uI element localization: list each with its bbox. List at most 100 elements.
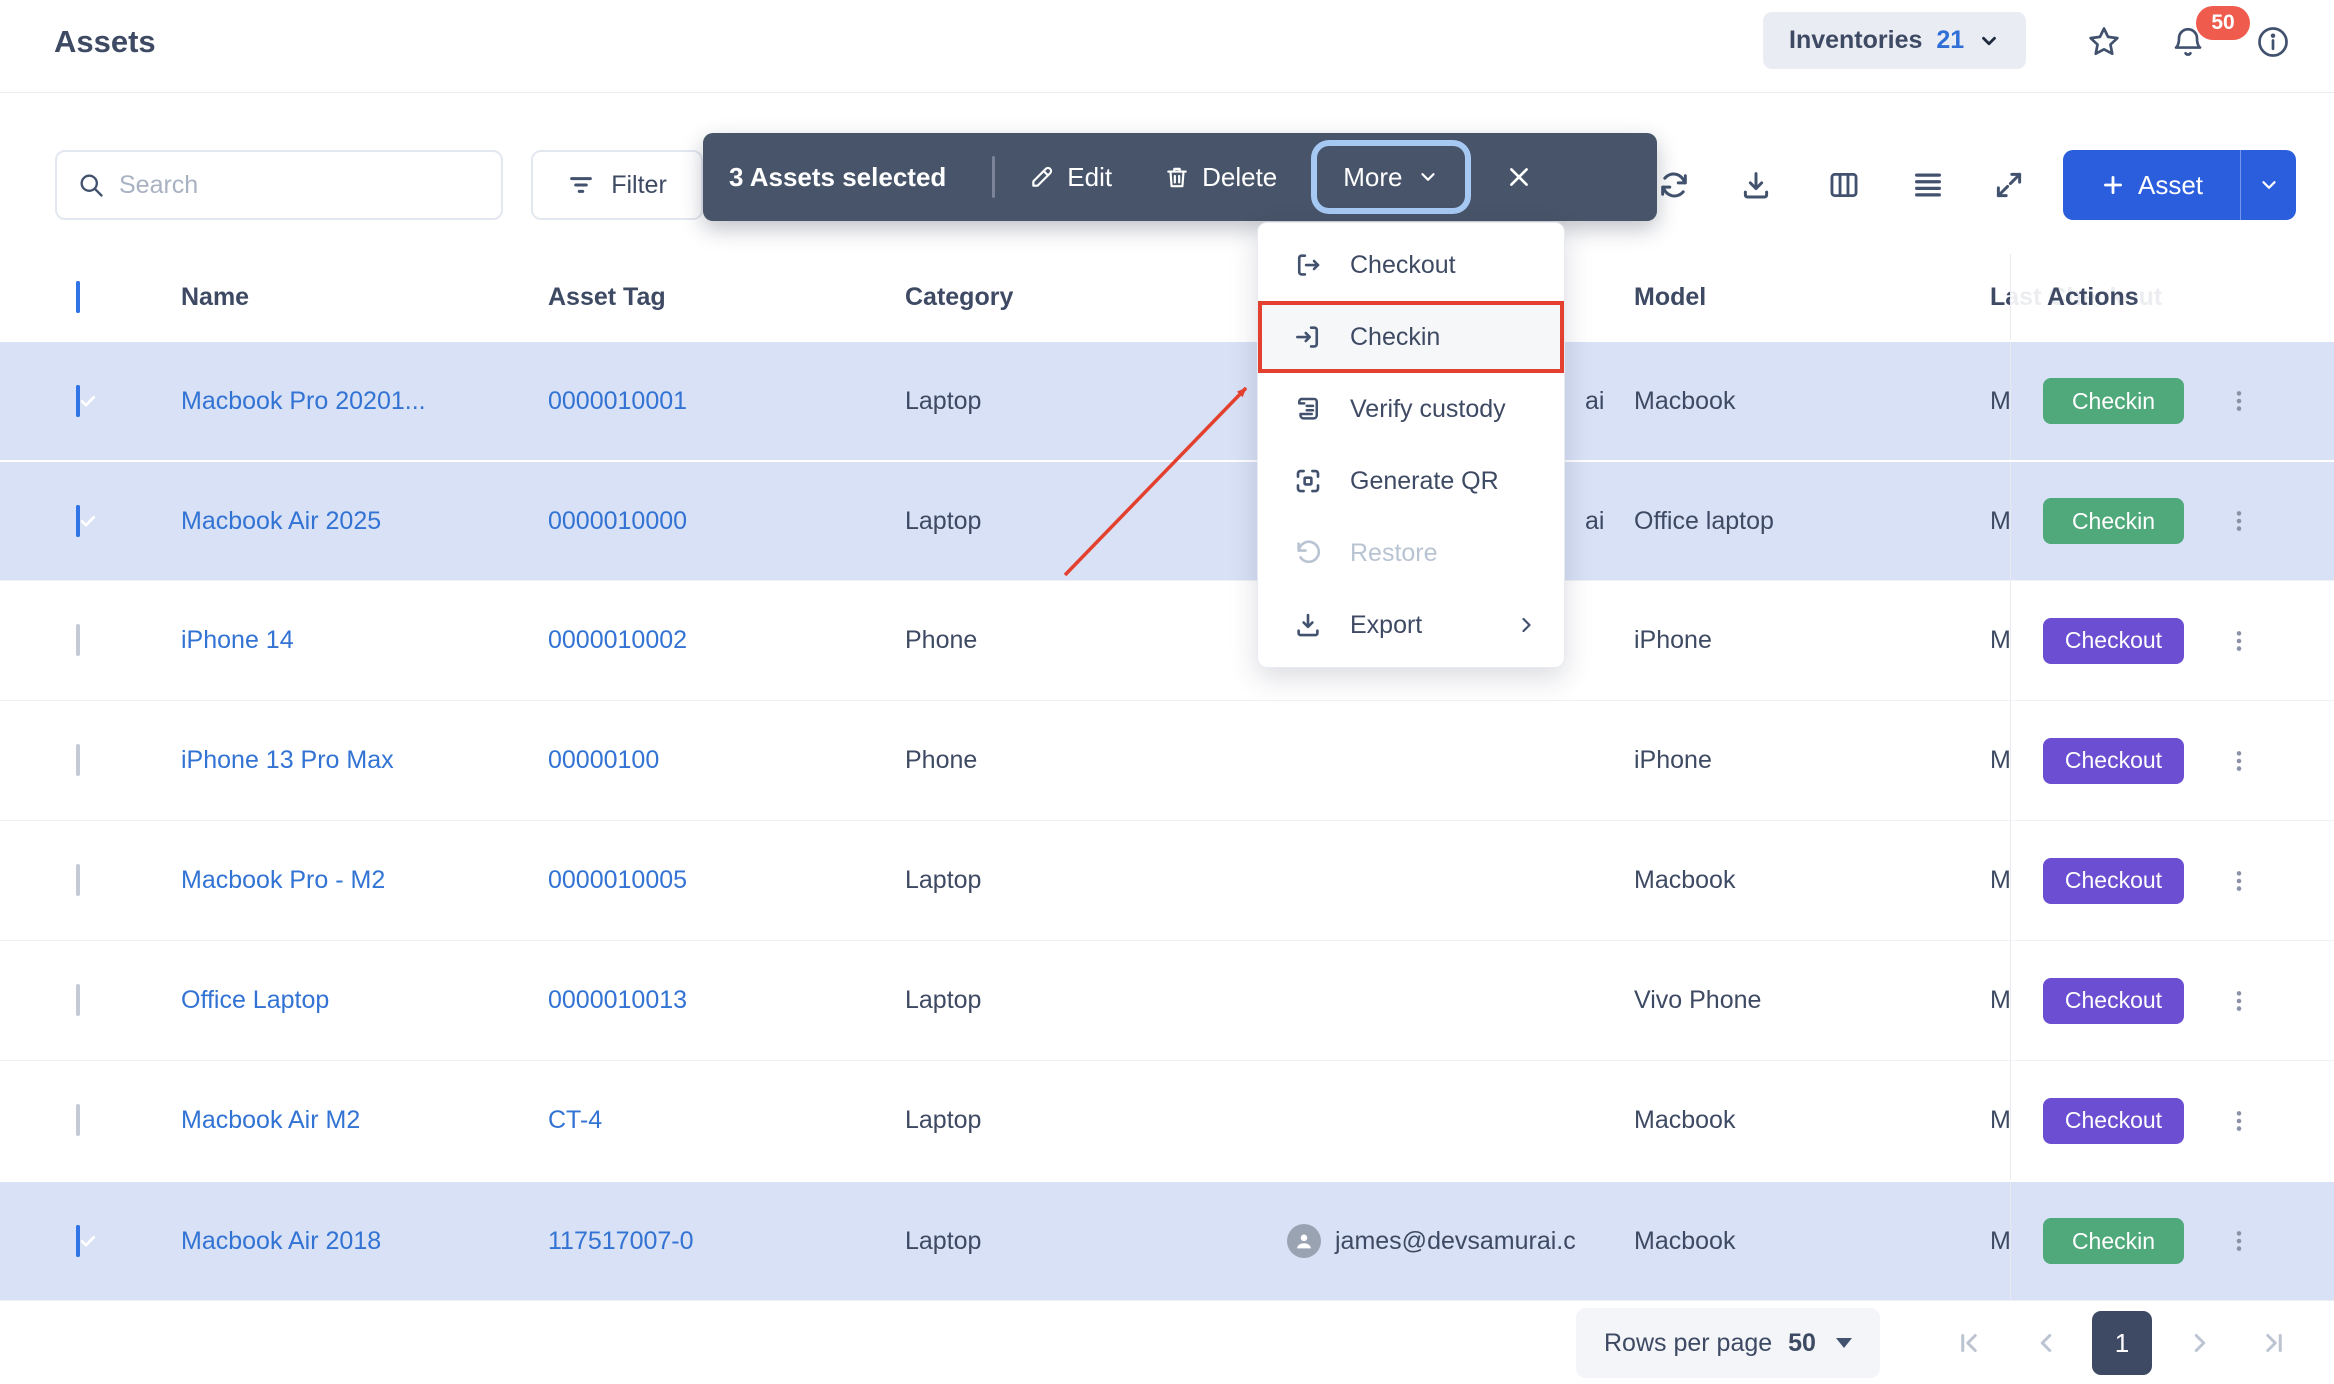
pencil-icon bbox=[1029, 164, 1055, 190]
row-density-icon[interactable] bbox=[1906, 163, 1950, 207]
rows-per-page-label: Rows per page bbox=[1604, 1329, 1772, 1358]
row-menu-icon[interactable] bbox=[2226, 748, 2252, 774]
column-header-category[interactable]: Category bbox=[905, 283, 1270, 312]
table-row[interactable]: Office Laptop 0000010013 Laptop Vivo Pho… bbox=[0, 940, 2334, 1060]
menu-item-export[interactable]: Export bbox=[1258, 589, 1564, 661]
row-checkbox[interactable] bbox=[76, 624, 80, 656]
checkin-button[interactable]: Checkin bbox=[2043, 378, 2184, 424]
last-page-button[interactable] bbox=[2252, 1313, 2296, 1373]
asset-name-link[interactable]: Macbook Pro - M2 bbox=[181, 866, 385, 894]
asset-name-link[interactable]: Macbook Air 2025 bbox=[181, 507, 381, 535]
row-menu-icon[interactable] bbox=[2226, 508, 2252, 534]
asset-tag-link[interactable]: 0000010005 bbox=[548, 866, 687, 894]
row-menu-icon[interactable] bbox=[2226, 1108, 2252, 1134]
checkout-button[interactable]: Checkout bbox=[2043, 618, 2184, 664]
download-icon[interactable] bbox=[1734, 163, 1778, 207]
table-row[interactable]: Macbook Air 2018 117517007-0 Laptop jame… bbox=[0, 1180, 2334, 1300]
prev-page-button[interactable] bbox=[2024, 1313, 2068, 1373]
row-checkbox[interactable] bbox=[76, 1104, 80, 1136]
table-row[interactable]: Macbook Air M2 CT-4 Laptop Macbook M Che… bbox=[0, 1060, 2334, 1180]
model-cell: Macbook bbox=[1634, 1227, 1990, 1256]
model-cell: iPhone bbox=[1634, 626, 1990, 655]
select-all-checkbox[interactable] bbox=[76, 281, 80, 313]
checkout-button[interactable]: Checkout bbox=[2043, 738, 2184, 784]
row-checkbox[interactable] bbox=[76, 984, 80, 1016]
asset-tag-link[interactable]: 0000010013 bbox=[548, 986, 687, 1014]
asset-tag-link[interactable]: 0000010000 bbox=[548, 507, 687, 535]
asset-tag-link[interactable]: 00000100 bbox=[548, 746, 659, 774]
next-page-button[interactable] bbox=[2178, 1313, 2222, 1373]
last-checkout-cell: M bbox=[1990, 626, 2010, 655]
column-header-asset-tag[interactable]: Asset Tag bbox=[548, 283, 905, 312]
table-row[interactable]: Macbook Air 2025 0000010000 Laptop ai Of… bbox=[0, 460, 2334, 580]
current-page-button[interactable]: 1 bbox=[2092, 1311, 2152, 1375]
selection-bar: 3 Assets selected Edit Delete More bbox=[703, 133, 1657, 221]
column-header-name[interactable]: Name bbox=[130, 283, 548, 312]
close-selection-icon[interactable] bbox=[1499, 157, 1539, 197]
first-page-button[interactable] bbox=[1947, 1313, 1991, 1373]
asset-tag-link[interactable]: 117517007-0 bbox=[548, 1227, 694, 1255]
row-menu-icon[interactable] bbox=[2226, 628, 2252, 654]
columns-icon[interactable] bbox=[1822, 163, 1866, 207]
table-toolbar: Filter 3 Assets selected Edit Delete Mor… bbox=[0, 93, 2334, 254]
asset-name-link[interactable]: Macbook Pro 20201... bbox=[181, 387, 426, 415]
inventories-label: Inventories bbox=[1789, 26, 1922, 55]
menu-item-checkout[interactable]: Checkout bbox=[1258, 229, 1564, 301]
row-checkbox[interactable] bbox=[76, 385, 80, 417]
row-checkbox[interactable] bbox=[76, 744, 80, 776]
asset-dropdown-toggle[interactable] bbox=[2241, 150, 2296, 220]
expand-icon[interactable] bbox=[1987, 163, 2031, 207]
star-icon[interactable] bbox=[2084, 22, 2124, 62]
checkout-button[interactable]: Checkout bbox=[2043, 1098, 2184, 1144]
filter-button[interactable]: Filter bbox=[531, 150, 703, 220]
model-cell: Vivo Phone bbox=[1634, 986, 1990, 1015]
menu-item-restore[interactable]: Restore bbox=[1258, 517, 1564, 589]
checkin-button[interactable]: Checkin bbox=[2043, 498, 2184, 544]
checkout-button[interactable]: Checkout bbox=[2043, 978, 2184, 1024]
table-row[interactable]: Macbook Pro - M2 0000010005 Laptop Macbo… bbox=[0, 820, 2334, 940]
asset-tag-link[interactable]: 0000010002 bbox=[548, 626, 687, 654]
inventories-count: 21 bbox=[1936, 26, 1964, 55]
menu-item-verify-custody[interactable]: Verify custody bbox=[1258, 373, 1564, 445]
checkout-button[interactable]: Checkout bbox=[2043, 858, 2184, 904]
more-dropdown-menu: Checkout Checkin Verify custody Generate… bbox=[1257, 222, 1565, 668]
chevron-down-icon bbox=[1978, 30, 2000, 52]
custody-cell: ai bbox=[1585, 387, 1604, 416]
asset-tag-link[interactable]: 0000010001 bbox=[548, 387, 687, 415]
asset-name-link[interactable]: Office Laptop bbox=[181, 986, 329, 1014]
row-checkbox[interactable] bbox=[76, 1225, 80, 1257]
table-row[interactable]: Macbook Pro 20201... 0000010001 Laptop a… bbox=[0, 340, 2334, 460]
refresh-icon[interactable] bbox=[1652, 163, 1696, 207]
asset-name-link[interactable]: Macbook Air M2 bbox=[181, 1106, 360, 1134]
row-checkbox[interactable] bbox=[76, 864, 80, 896]
asset-name-link[interactable]: iPhone 14 bbox=[181, 626, 294, 654]
asset-tag-link[interactable]: CT-4 bbox=[548, 1106, 602, 1134]
menu-item-checkin[interactable]: Checkin bbox=[1258, 301, 1564, 373]
asset-name-link[interactable]: Macbook Air 2018 bbox=[181, 1227, 381, 1255]
rows-per-page-select[interactable]: Rows per page 50 bbox=[1576, 1308, 1880, 1378]
more-button[interactable]: More bbox=[1317, 146, 1464, 208]
page-header: Assets Inventories 21 50 bbox=[0, 0, 2334, 93]
table-row[interactable]: iPhone 14 0000010002 Phone iPhone M Chec… bbox=[0, 580, 2334, 700]
row-checkbox[interactable] bbox=[76, 505, 80, 537]
pagination-bar: Rows per page 50 1 bbox=[0, 1300, 2334, 1384]
edit-button[interactable]: Edit bbox=[1029, 162, 1112, 193]
table-row[interactable]: iPhone 13 Pro Max 00000100 Phone iPhone … bbox=[0, 700, 2334, 820]
last-checkout-cell: M bbox=[1990, 387, 2010, 416]
row-menu-icon[interactable] bbox=[2226, 388, 2252, 414]
menu-item-generate-qr[interactable]: Generate QR bbox=[1258, 445, 1564, 517]
row-menu-icon[interactable] bbox=[2226, 988, 2252, 1014]
scroll-icon bbox=[1292, 393, 1324, 425]
inventories-dropdown[interactable]: Inventories 21 bbox=[1763, 12, 2026, 69]
info-icon[interactable] bbox=[2253, 22, 2293, 62]
checkin-button[interactable]: Checkin bbox=[2043, 1218, 2184, 1264]
model-cell: iPhone bbox=[1634, 746, 1990, 775]
search-input[interactable] bbox=[119, 171, 481, 200]
delete-button[interactable]: Delete bbox=[1164, 162, 1277, 193]
asset-name-link[interactable]: iPhone 13 Pro Max bbox=[181, 746, 394, 774]
row-menu-icon[interactable] bbox=[2226, 1228, 2252, 1254]
column-header-model[interactable]: Model bbox=[1634, 283, 1990, 312]
add-asset-button[interactable]: Asset bbox=[2063, 150, 2296, 220]
row-menu-icon[interactable] bbox=[2226, 868, 2252, 894]
assets-page: Assets Inventories 21 50 bbox=[0, 0, 2334, 1384]
